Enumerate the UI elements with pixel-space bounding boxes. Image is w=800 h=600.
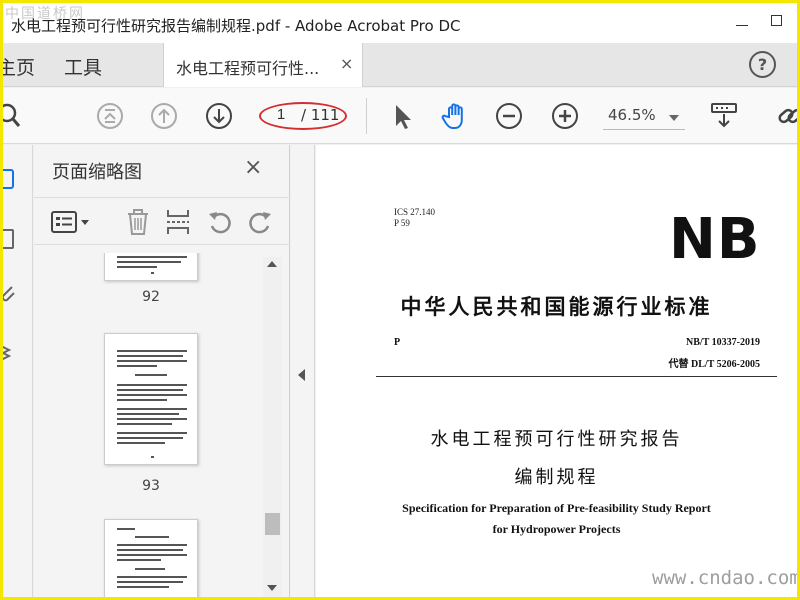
first-page-icon[interactable] — [95, 101, 125, 131]
link-icon[interactable] — [775, 101, 800, 131]
chevron-down-icon — [669, 115, 679, 121]
thumbnail-page[interactable] — [104, 333, 198, 465]
thumbnail-options-icon[interactable] — [50, 208, 94, 236]
navigation-rail — [0, 145, 33, 597]
document-ics-code: ICS 27.140 P 59 — [394, 207, 436, 228]
page-navigator: / 111 — [259, 102, 347, 130]
panel-collapse-strip[interactable] — [291, 145, 315, 597]
page-thumbnails-icon[interactable] — [0, 167, 19, 191]
zoom-value: 46.5% — [608, 106, 656, 124]
maximize-icon[interactable] — [771, 15, 782, 26]
thumbnail-scrollbar[interactable] — [263, 257, 282, 597]
select-cursor-icon[interactable] — [387, 101, 417, 131]
tab-tools[interactable]: 工具 — [64, 53, 102, 80]
next-page-icon[interactable] — [204, 101, 234, 131]
bookmarks-icon[interactable] — [0, 227, 19, 251]
standard-title: 中华人民共和国能源行业标准 — [400, 295, 713, 319]
classification-mark: P — [394, 337, 401, 348]
thumbnail-panel: 页面缩略图 × 92 93 — [34, 145, 290, 597]
document-title-cn-line2: 编制规程 — [514, 467, 599, 488]
document-page: ICS 27.140 P 59 NB 中华人民共和国能源行业标准 P NB/T … — [316, 145, 797, 597]
thumbnail-page[interactable] — [104, 519, 198, 597]
search-icon[interactable] — [0, 101, 27, 131]
document-tab[interactable]: 水电工程预可行性... × — [163, 43, 363, 87]
toolbar: / 111 46.5% — [0, 88, 800, 144]
attachments-icon[interactable] — [0, 281, 19, 305]
zoom-out-icon[interactable] — [494, 101, 524, 131]
close-panel-icon[interactable]: × — [244, 155, 262, 180]
standard-number: NB/T 10337-2019 — [686, 337, 760, 348]
insert-page-icon[interactable] — [164, 208, 192, 236]
rotate-cw-icon[interactable] — [246, 208, 274, 236]
nb-logo: NB — [669, 207, 761, 272]
collapse-arrow-icon[interactable] — [298, 369, 305, 381]
panel-toolbar — [34, 197, 290, 245]
scroll-mode-icon[interactable] — [709, 101, 739, 131]
hand-tool-icon[interactable] — [440, 101, 470, 131]
minimize-icon[interactable] — [736, 25, 748, 26]
layers-icon[interactable] — [0, 340, 19, 364]
close-tab-icon[interactable]: × — [340, 54, 353, 73]
header-rule — [376, 376, 777, 377]
thumbnail-label: 93 — [142, 478, 160, 494]
document-title-en-line2: for Hydropower Projects — [492, 522, 621, 536]
zoom-in-icon[interactable] — [550, 101, 580, 131]
help-icon[interactable]: ? — [749, 51, 776, 78]
scroll-down-icon[interactable] — [267, 585, 277, 591]
scrollbar-thumb[interactable] — [265, 513, 280, 535]
thumbnail-page[interactable] — [104, 253, 198, 281]
document-tab-label: 水电工程预可行性... — [176, 59, 320, 78]
scroll-up-icon[interactable] — [267, 261, 277, 267]
rotate-ccw-icon[interactable] — [206, 208, 234, 236]
panel-title: 页面缩略图 — [52, 162, 142, 183]
red-annotation-oval — [259, 102, 347, 130]
title-bar: 中国道桥网 水电工程预可行性研究报告编制规程.pdf - Adobe Acrob… — [3, 3, 797, 43]
site-watermark-bottom: www.cndao.com — [652, 567, 800, 589]
thumbnail-label: 92 — [142, 289, 160, 305]
document-title-cn-line1: 水电工程预可行性研究报告 — [430, 429, 683, 450]
thumbnail-list: 92 93 — [34, 253, 262, 597]
zoom-dropdown[interactable]: 46.5% — [603, 102, 685, 130]
replaces-standard: 代替 DL/T 5206-2005 — [668, 359, 761, 370]
window-title: 水电工程预可行性研究报告编制规程.pdf - Adobe Acrobat Pro… — [11, 17, 461, 35]
tab-home[interactable]: 主页 — [0, 53, 35, 80]
delete-page-icon[interactable] — [124, 208, 152, 236]
document-title-en-line1: Specification for Preparation of Pre-fea… — [402, 501, 711, 515]
prev-page-icon[interactable] — [149, 101, 179, 131]
menu-bar: 主页 工具 水电工程预可行性... × ? — [0, 43, 797, 87]
toolbar-divider — [366, 98, 367, 134]
